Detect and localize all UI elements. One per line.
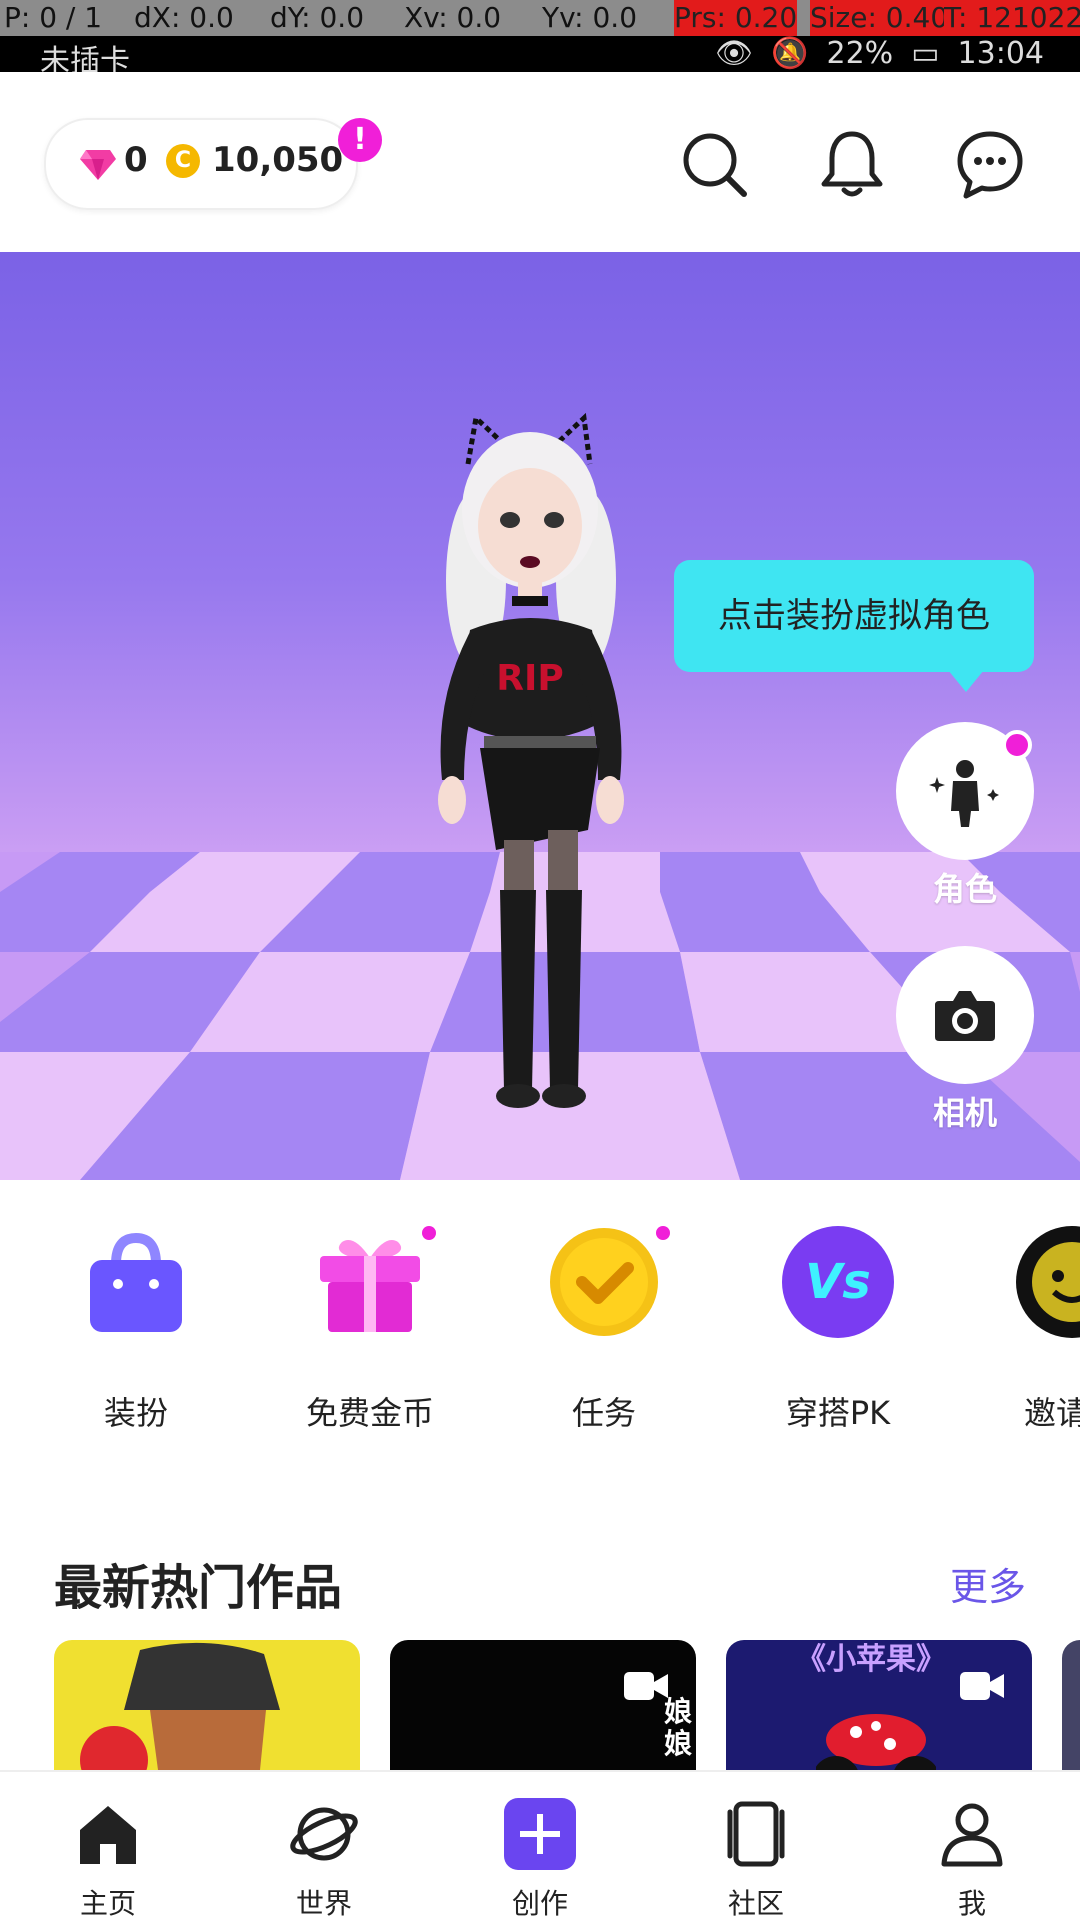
work-card[interactable] [1062, 1640, 1080, 1770]
cards-icon [727, 1801, 785, 1867]
planet-icon [290, 1807, 358, 1861]
more-link[interactable]: 更多 [950, 1556, 1026, 1611]
wallet-pill[interactable]: 0 C 10,050 [44, 118, 358, 210]
home-icon [80, 1806, 136, 1864]
card-caption: 《小苹果》 [796, 1642, 946, 1677]
status-right: 👁 🔕 22% ▭ 13:04 [715, 36, 1044, 71]
character-label: 角色 [932, 870, 997, 908]
work-card[interactable] [54, 1640, 360, 1770]
character-new-dot [1002, 730, 1032, 760]
quick-action-label: 穿搭PK [785, 1394, 891, 1432]
nav-label: 社区 [727, 1887, 784, 1920]
section-title: 最新热门作品 [54, 1560, 343, 1616]
works-carousel[interactable]: 娘 娘 《小苹果》 [0, 1640, 1080, 1770]
app-screen: 未插卡 👁 🔕 22% ▭ 13:04 P: 0 / 1 dX: 0.0 dY:… [0, 0, 1080, 1920]
debug-xv: Xv: 0.0 [404, 1, 502, 34]
gift-icon [320, 1240, 420, 1332]
coin-icon: C [166, 144, 200, 178]
video-icon [624, 1672, 668, 1700]
sparkle-person-icon [929, 760, 999, 827]
shirt-print-text: RIP [496, 658, 564, 699]
debug-yv: Yv: 0.0 [542, 1, 638, 34]
debug-touch: T: 121022 [944, 0, 1080, 36]
dress-up-tooltip[interactable]: 点击装扮虚拟角色 [674, 560, 1034, 672]
search-icon[interactable] [678, 128, 750, 200]
top-header: 0 C 10,050 ! [0, 72, 1080, 252]
mute-icon: 🔕 [771, 36, 809, 71]
card-thumbnail [816, 1714, 936, 1770]
battery-text: 22% [826, 36, 894, 71]
invite-smiley-icon [1016, 1226, 1080, 1338]
quick-action-label: 邀请有 [1023, 1394, 1080, 1432]
quick-actions: 装扮 免费金币 任务 Vs 穿搭PK 邀请 [0, 1180, 1080, 1460]
debug-dx: dX: 0.0 [134, 1, 234, 34]
bell-icon[interactable] [816, 128, 888, 200]
debug-size: Size: 0.40 [810, 0, 949, 36]
bottom-navigation: 主页 世界 创作 社区 我 [0, 1770, 1080, 1920]
versus-icon-text: Vs [805, 1254, 871, 1310]
card-thumbnail [80, 1642, 280, 1770]
debug-dy: dY: 0.0 [270, 1, 365, 34]
gem-icon [80, 150, 116, 180]
video-icon [960, 1672, 1004, 1700]
nav-label: 世界 [295, 1887, 352, 1920]
card-caption: 娘 [663, 1727, 692, 1760]
debug-prs: Prs: 0.20 [674, 0, 798, 36]
status-bar: 未插卡 👁 🔕 22% ▭ 13:04 P: 0 / 1 dX: 0.0 dY:… [0, 0, 1080, 79]
avatar-character[interactable]: RIP [420, 400, 660, 1120]
user-icon [941, 1803, 1003, 1867]
work-card[interactable]: 《小苹果》 [726, 1640, 1032, 1770]
tasks-new-dot [656, 1226, 670, 1240]
nav-label: 我 [957, 1887, 986, 1920]
debug-overlay: P: 0 / 1 dX: 0.0 dY: 0.0 Xv: 0.0 Yv: 0.0… [0, 0, 1080, 36]
camera-label: 相机 [932, 1094, 997, 1132]
quick-action-label: 免费金币 [305, 1394, 434, 1432]
wallet-alert-badge[interactable]: ! [338, 118, 382, 162]
quick-action-label: 装扮 [103, 1394, 168, 1432]
check-circle-icon [550, 1228, 658, 1336]
shopping-bag-icon [90, 1232, 182, 1332]
work-card[interactable]: 娘 娘 [390, 1640, 696, 1770]
nav-label: 主页 [79, 1887, 136, 1920]
camera-icon [935, 991, 995, 1041]
free-coins-new-dot [422, 1226, 436, 1240]
gem-count: 0 [124, 140, 148, 180]
chat-icon[interactable] [954, 128, 1026, 200]
quick-action-label: 任务 [571, 1394, 636, 1432]
clock-text: 13:04 [957, 36, 1044, 71]
camera-button[interactable] [896, 946, 1034, 1084]
debug-pointer: P: 0 / 1 [4, 1, 103, 34]
coin-count: 10,050 [212, 140, 344, 180]
versus-icon: Vs [782, 1226, 894, 1338]
tooltip-pointer [948, 670, 984, 692]
eye-icon: 👁 [715, 36, 754, 71]
plus-icon [504, 1798, 576, 1870]
avatar-stage[interactable]: RIP 点击装扮虚拟角色 角色 相机 [0, 252, 1080, 1180]
battery-icon: ▭ [911, 36, 940, 71]
nav-label: 创作 [511, 1887, 568, 1920]
